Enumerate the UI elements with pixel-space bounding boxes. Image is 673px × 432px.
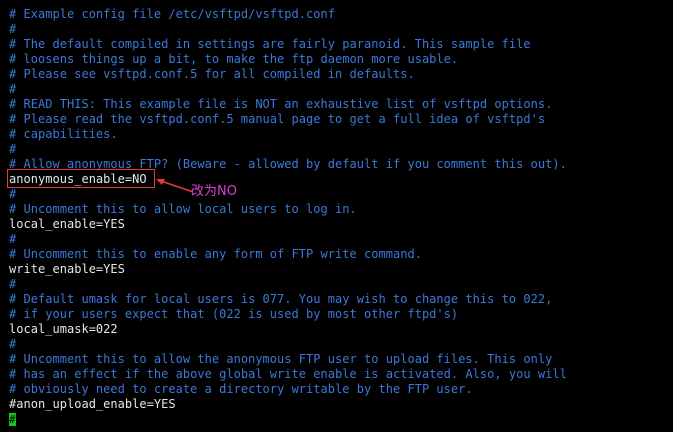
terminal-editor[interactable]: # Example config file /etc/vsftpd/vsftpd…: [0, 0, 673, 432]
config-line: # Please see vsftpd.conf.5 for all compi…: [9, 67, 415, 81]
config-line: #: [9, 337, 17, 351]
config-line: #: [9, 82, 17, 96]
write-enable-setting: write_enable=YES: [9, 262, 125, 276]
config-line: # Uncomment this to enable any form of F…: [9, 247, 422, 261]
config-line: # Please read the vsftpd.conf.5 manual p…: [9, 112, 546, 126]
config-line: # Uncomment this to allow local users to…: [9, 202, 357, 216]
config-line: # obviously need to create a directory w…: [9, 382, 473, 396]
config-line: #: [9, 187, 17, 201]
config-line: # has an effect if the above global writ…: [9, 367, 567, 381]
config-line: # The default compiled in settings are f…: [9, 37, 531, 51]
config-line: # Example config file /etc/vsftpd/vsftpd…: [9, 7, 336, 21]
config-line: # capabilities.: [9, 127, 118, 141]
annotation-highlight-box: [7, 169, 155, 188]
local-enable-setting: local_enable=YES: [9, 217, 125, 231]
config-line: # Default umask for local users is 077. …: [9, 292, 553, 306]
config-line: #: [9, 22, 17, 36]
config-line: # if your users expect that (022 is used…: [9, 307, 459, 321]
text-cursor: #: [9, 413, 16, 426]
config-line: # loosens things up a bit, to make the f…: [9, 52, 459, 66]
config-line: # READ THIS: This example file is NOT an…: [9, 97, 553, 111]
config-line: # Uncomment this to allow the anonymous …: [9, 352, 553, 366]
config-line: #: [9, 232, 17, 246]
config-line: #: [9, 142, 17, 156]
anon-upload-enable-setting: #anon_upload_enable=YES: [9, 397, 176, 411]
config-line: #: [9, 277, 17, 291]
local-umask-setting: local_umask=022: [9, 322, 118, 336]
annotation-arrow-icon: [156, 179, 194, 193]
annotation-label: 改为NO: [191, 184, 238, 199]
